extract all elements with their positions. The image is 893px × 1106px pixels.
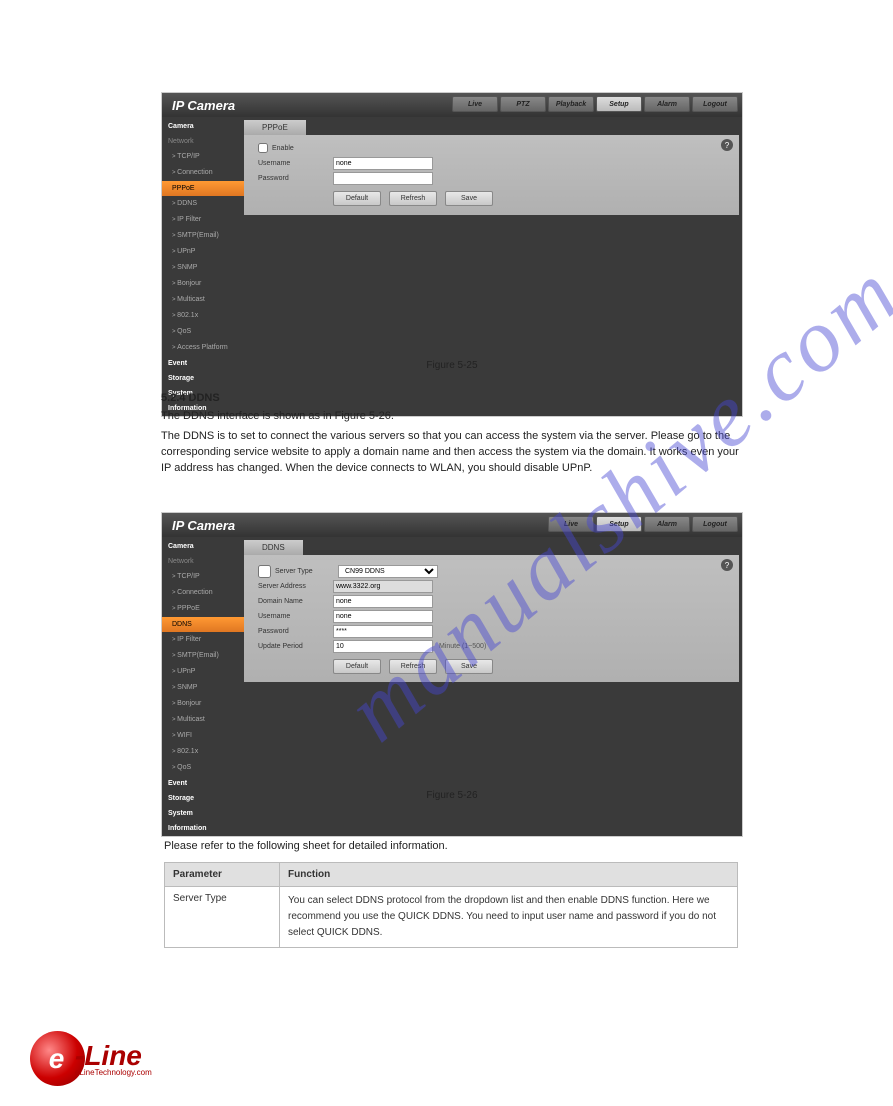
logo-e-glyph: e (49, 1043, 65, 1075)
sidebar2-qos[interactable]: QoS (162, 760, 244, 776)
update-hint: Minute (1~500) (439, 643, 486, 650)
top-nav-2: Live Setup Alarm Logout (548, 516, 738, 532)
sidebar2-ipfilter[interactable]: IP Filter (162, 632, 244, 648)
sidebar2-8021x[interactable]: 802.1x (162, 744, 244, 760)
default-button[interactable]: Default (333, 191, 381, 206)
sidebar-tcpip[interactable]: TCP/IP (162, 149, 244, 165)
sidebar-ipfilter[interactable]: IP Filter (162, 212, 244, 228)
screenshot-ddns: IP Camera Live Setup Alarm Logout Camera… (161, 512, 743, 837)
domain-input[interactable] (333, 595, 433, 608)
sidebar2-tcpip[interactable]: TCP/IP (162, 569, 244, 585)
sidebar-bonjour[interactable]: Bonjour (162, 276, 244, 292)
eline-logo: e -Line eLineTechnology.com (30, 1031, 152, 1086)
sidebar-access[interactable]: Access Platform (162, 340, 244, 356)
figure-caption-1: Figure 5-25 (161, 360, 743, 371)
table-intro: Please refer to the following sheet for … (164, 840, 448, 852)
save-button[interactable]: Save (445, 191, 493, 206)
sidebar2-bonjour[interactable]: Bonjour (162, 696, 244, 712)
sidebar2-network[interactable]: Network (162, 554, 244, 569)
enable-row: Enable (258, 143, 725, 153)
sidebar-ddns[interactable]: DDNS (162, 196, 244, 212)
nav-alarm[interactable]: Alarm (644, 96, 690, 112)
password-label: Password (258, 175, 333, 182)
tab-pppoe[interactable]: PPPoE (244, 120, 306, 135)
sidebar-qos[interactable]: QoS (162, 324, 244, 340)
section-title-ddns: 5.2.4 DDNS (161, 392, 220, 404)
servertype-checkbox[interactable] (258, 565, 271, 578)
sidebar-camera[interactable]: Camera (162, 119, 244, 134)
help-icon-2[interactable]: ? (721, 559, 733, 571)
sidebar2-smtp[interactable]: SMTP(Email) (162, 648, 244, 664)
servertype-select[interactable]: CN99 DDNS (338, 565, 438, 578)
td-servertype-func: You can select DDNS protocol from the dr… (280, 887, 738, 948)
sidebar2-camera[interactable]: Camera (162, 539, 244, 554)
sidebar-snmp[interactable]: SNMP (162, 260, 244, 276)
serveraddr-input[interactable] (333, 580, 433, 593)
enable-checkbox[interactable] (258, 143, 268, 153)
sidebar-upnp[interactable]: UPnP (162, 244, 244, 260)
sidebar2-information[interactable]: Information (162, 821, 244, 836)
th-parameter: Parameter (165, 863, 280, 887)
nav-setup-2[interactable]: Setup (596, 516, 642, 532)
servertype-label: Server Type (275, 568, 338, 575)
sidebar-8021x[interactable]: 802.1x (162, 308, 244, 324)
top-nav: Live PTZ Playback Setup Alarm Logout (452, 96, 738, 112)
app-title: IP Camera (172, 98, 235, 113)
nav-setup[interactable]: Setup (596, 96, 642, 112)
password2-input[interactable] (333, 625, 433, 638)
app-titlebar-2: IP Camera Live Setup Alarm Logout (162, 513, 742, 537)
save-button-2[interactable]: Save (445, 659, 493, 674)
sidebar: Camera Network TCP/IP Connection PPPoE D… (162, 117, 244, 416)
default-button-2[interactable]: Default (333, 659, 381, 674)
nav-logout[interactable]: Logout (692, 96, 738, 112)
nav-ptz[interactable]: PTZ (500, 96, 546, 112)
sidebar2-multicast[interactable]: Multicast (162, 712, 244, 728)
sidebar-storage[interactable]: Storage (162, 371, 244, 386)
sidebar2-ddns[interactable]: DDNS (162, 617, 244, 632)
password-input[interactable] (333, 172, 433, 185)
sidebar-pppoe[interactable]: PPPoE (162, 181, 244, 196)
nav-playback[interactable]: Playback (548, 96, 594, 112)
username2-label: Username (258, 613, 333, 620)
sidebar2-snmp[interactable]: SNMP (162, 680, 244, 696)
sidebar-multicast[interactable]: Multicast (162, 292, 244, 308)
sidebar-connection[interactable]: Connection (162, 165, 244, 181)
logo-subtext: eLineTechnology.com (75, 1068, 152, 1077)
main-panel: PPPoE ? Enable Username Password Default (244, 117, 742, 416)
nav-logout-2[interactable]: Logout (692, 516, 738, 532)
sidebar2-wifi[interactable]: WIFI (162, 728, 244, 744)
help-icon[interactable]: ? (721, 139, 733, 151)
username2-input[interactable] (333, 610, 433, 623)
parameter-table: Parameter Function Server Type You can s… (164, 862, 738, 948)
th-function: Function (280, 863, 738, 887)
username-input[interactable] (333, 157, 433, 170)
sidebar-network[interactable]: Network (162, 134, 244, 149)
sidebar2-event[interactable]: Event (162, 776, 244, 791)
sidebar2-connection[interactable]: Connection (162, 585, 244, 601)
username-label: Username (258, 160, 333, 167)
app-titlebar: IP Camera Live PTZ Playback Setup Alarm … (162, 93, 742, 117)
tab-ddns[interactable]: DDNS (244, 540, 303, 555)
serveraddr-label: Server Address (258, 583, 333, 590)
update-label: Update Period (258, 643, 333, 650)
nav-alarm-2[interactable]: Alarm (644, 516, 690, 532)
password2-label: Password (258, 628, 333, 635)
nav-live-2[interactable]: Live (548, 516, 594, 532)
ddns-intro-line: The DDNS interface is shown as in Figure… (161, 410, 394, 422)
sidebar2-pppoe[interactable]: PPPoE (162, 601, 244, 617)
sidebar-smtp[interactable]: SMTP(Email) (162, 228, 244, 244)
app-title-2: IP Camera (172, 518, 235, 533)
domain-label: Domain Name (258, 598, 333, 605)
ddns-description: The DDNS is to set to connect the variou… (161, 428, 743, 476)
td-servertype: Server Type (165, 887, 280, 948)
update-input[interactable] (333, 640, 433, 653)
enable-label: Enable (272, 145, 294, 152)
refresh-button[interactable]: Refresh (389, 191, 437, 206)
refresh-button-2[interactable]: Refresh (389, 659, 437, 674)
sidebar2-upnp[interactable]: UPnP (162, 664, 244, 680)
sidebar2-system[interactable]: System (162, 806, 244, 821)
figure-caption-2: Figure 5-26 (161, 790, 743, 801)
nav-live[interactable]: Live (452, 96, 498, 112)
